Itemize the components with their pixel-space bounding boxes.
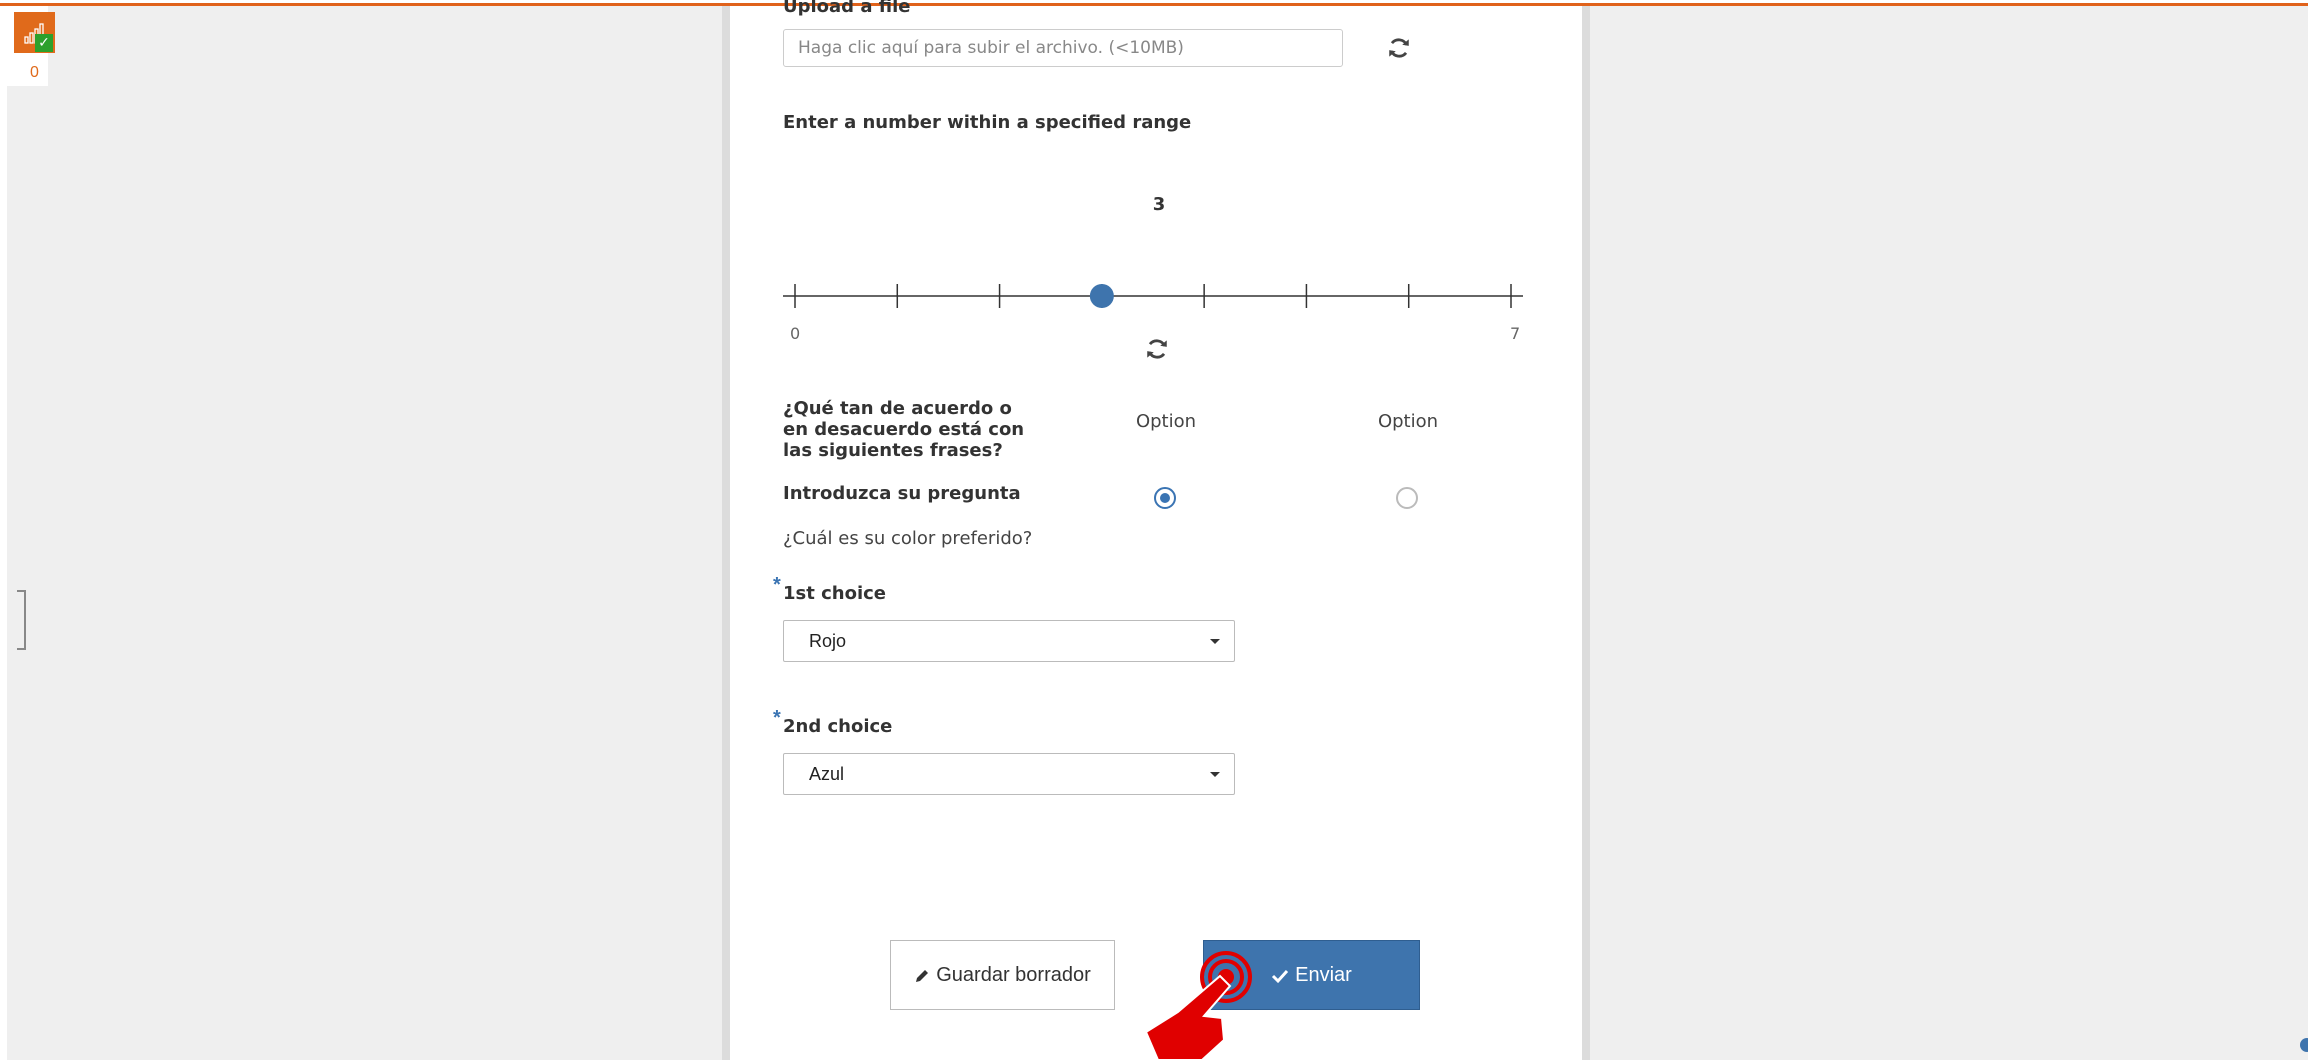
- upload-input[interactable]: Haga clic aquí para subir el archivo. (<…: [783, 29, 1343, 67]
- matrix-option-1: Option: [1135, 411, 1197, 432]
- reset-slider-icon[interactable]: [1144, 336, 1170, 362]
- chevron-down-icon: [1210, 772, 1220, 777]
- slider-max-label: 7: [1510, 324, 1521, 343]
- matrix-question: ¿Qué tan de acuerdo o en desacuerdo está…: [783, 398, 1025, 461]
- choice2-select[interactable]: Azul: [783, 753, 1235, 795]
- slider-min-label: 0: [790, 324, 801, 343]
- matrix-option-2: Option: [1377, 411, 1439, 432]
- click-cursor-icon: [1144, 951, 1252, 1060]
- slider-value: 3: [1152, 194, 1166, 215]
- page: ✓ 0 Upload a file Haga clic aquí para su…: [0, 0, 2308, 1060]
- side-handle[interactable]: [17, 590, 26, 650]
- choice2-value: Azul: [809, 764, 845, 784]
- submit-label: Enviar: [1295, 964, 1352, 986]
- save-draft-button[interactable]: Guardar borrador: [890, 940, 1115, 1010]
- choice1-label: 1st choice: [783, 583, 887, 604]
- save-draft-label: Guardar borrador: [936, 964, 1091, 986]
- notification-count: 0: [30, 64, 39, 81]
- range-slider[interactable]: [783, 276, 1523, 316]
- choice1-select[interactable]: Rojo: [783, 620, 1235, 662]
- matrix-radio-option-1[interactable]: [1154, 487, 1176, 509]
- color-question: ¿Cuál es su color preferido?: [783, 528, 1033, 549]
- divider-left: [722, 6, 730, 1060]
- corner-indicator: [2300, 1038, 2308, 1052]
- check-icon: ✓: [35, 34, 53, 52]
- range-title: Enter a number within a specified range: [783, 112, 1192, 133]
- refresh-icon[interactable]: [1386, 35, 1412, 61]
- upload-title: Upload a file: [783, 0, 911, 17]
- survey-form: Upload a file Haga clic aquí para subir …: [730, 0, 1582, 1060]
- matrix-radio-option-2[interactable]: [1396, 487, 1418, 509]
- pencil-icon: [916, 969, 929, 982]
- chevron-down-icon: [1210, 639, 1220, 644]
- check-icon: [1272, 969, 1289, 983]
- required-marker: *: [773, 707, 781, 729]
- left-panel: [7, 6, 729, 1060]
- choice2-label: 2nd choice: [783, 716, 893, 737]
- right-panel: [1590, 6, 2308, 1060]
- slider-thumb: [1089, 284, 1114, 308]
- divider-right: [1582, 6, 1590, 1060]
- notification-widget[interactable]: ✓ 0: [7, 6, 55, 86]
- choice1-value: Rojo: [809, 631, 847, 651]
- matrix-row-label: Introduzca su pregunta: [783, 483, 1021, 504]
- required-marker: *: [773, 574, 781, 596]
